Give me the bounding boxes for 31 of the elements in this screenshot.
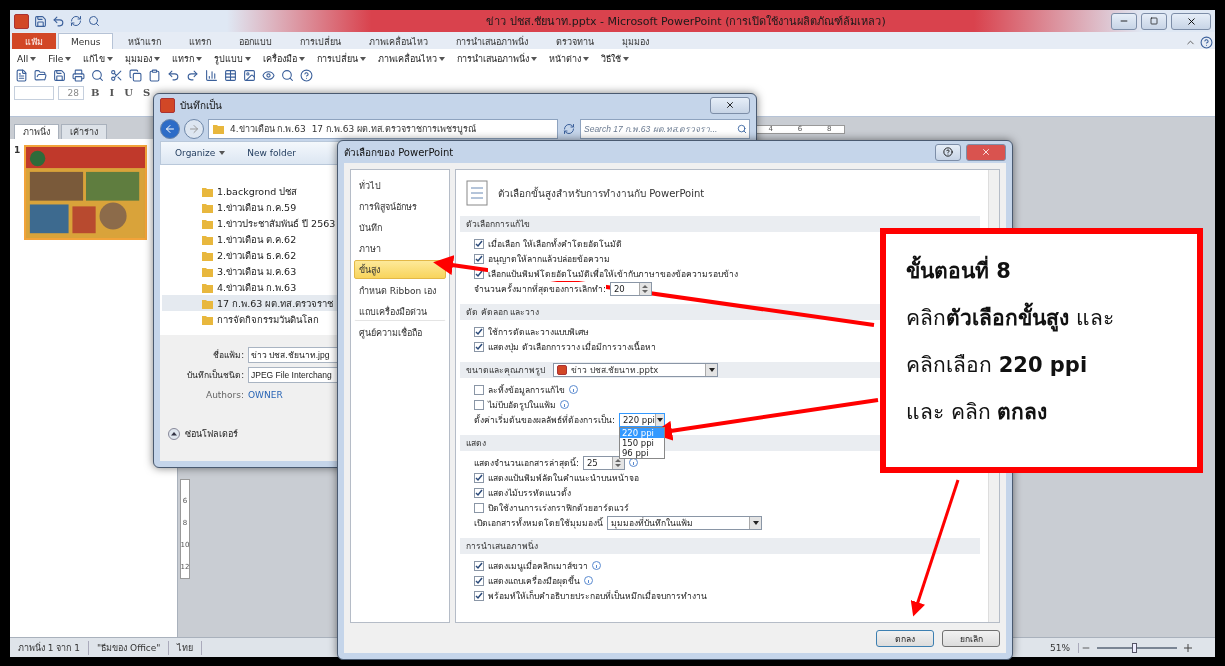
field-label: ชื่อแฟ้ม:	[212, 348, 244, 362]
options-heading: ตัวเลือกขั้นสูงสำหรับการทำงานกับ PowerPoint	[498, 185, 705, 201]
dialog-title: ตัวเลือกของ PowerPoint	[344, 145, 455, 160]
option-label: แสดงจำนวนเอกสารล่าสุดนี้:	[474, 455, 579, 470]
callout-title: ขั้นตอนที่ 8	[906, 254, 1177, 287]
section-title: ตัด คัดลอก และวาง	[466, 306, 540, 319]
field-label: บันทึกเป็นชนิด:	[186, 368, 244, 382]
callout-text: คลิกตัวเลือกขั้นสูง และ	[906, 301, 1177, 334]
option-label: แสดงแถบเครื่องมือผุดขึ้น	[488, 573, 580, 588]
dialog-title: บันทึกเป็น	[180, 97, 223, 113]
option-label: เปิดเอกสารทั้งหมดโดยใช้มุมมองนี้	[474, 515, 603, 530]
slide-number: 1	[14, 145, 21, 157]
section-title: ตัวเลือกการแก้ไข	[466, 218, 530, 231]
option-label: อนุญาตให้ลากแล้วปล่อยข้อความ	[488, 251, 610, 266]
status-text: ภาพนิ่ง 1 จาก 1	[10, 640, 90, 655]
callout-text: คลิกเลือก 220 ppi	[906, 352, 1089, 379]
option-label: แสดงเมนูเมื่อคลิกเมาส์ขวา	[488, 558, 588, 573]
document-name: ข่าว ปชส.ชัยนาท.pptx	[571, 364, 659, 377]
option-label: จำนวนครั้งมากที่สุดของการเลิกทำ:	[474, 281, 606, 296]
section-title: แสดง	[466, 437, 486, 450]
option-label: ไม่บีบอัดรูปในแฟ้ม	[488, 397, 556, 412]
option-label: ละทิ้งข้อมูลการแก้ไข	[488, 382, 565, 397]
section-title: ขนาดและคุณภาพรูป	[466, 364, 545, 377]
section-title: การนำเสนอภาพนิ่ง	[466, 539, 538, 553]
status-text: ไทย	[169, 640, 203, 655]
option-label: เลือกแป้นพิมพ์โดยอัตโนมัติเพื่อให้เข้ากับภาษาของข้อความรอบข้าง	[488, 266, 738, 281]
status-text: "ธีมของ Office"	[89, 640, 170, 655]
field-label: Authors:	[204, 390, 244, 400]
window-title: ข่าว ปชส.ชัยนาท.pptx - Microsoft PowerPoint (การเปิดใช้งานผลิตภัณฑ์ล้มเหลว)	[485, 14, 887, 30]
option-label: แสดงปุ่ม ตัวเลือกการวาง เมื่อมีการวางเนื้อหา	[488, 339, 657, 354]
callout-text: และ คลิก ตกลง	[906, 399, 1049, 426]
